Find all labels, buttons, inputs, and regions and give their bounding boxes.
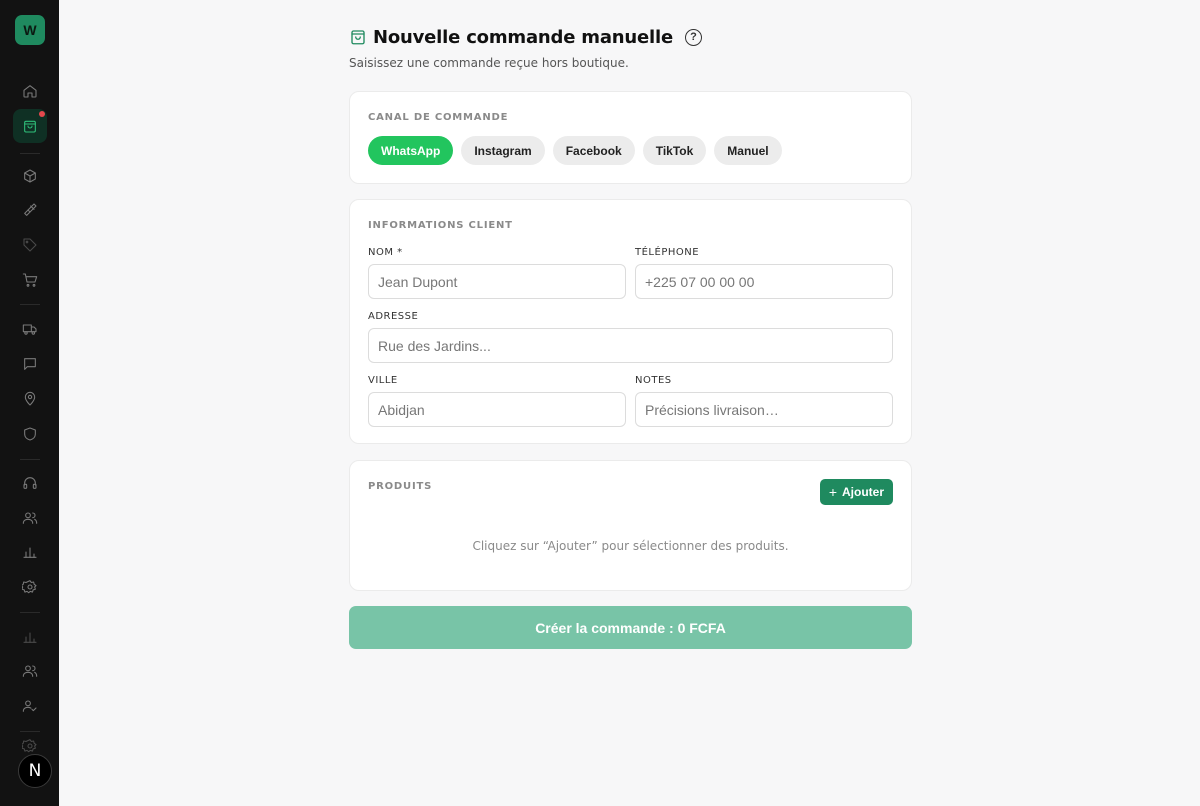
sidebar-divider — [20, 731, 40, 732]
name-field[interactable] — [368, 264, 626, 299]
channel-options: WhatsApp Instagram Facebook TikTok Manue… — [368, 136, 782, 165]
users-icon[interactable] — [17, 658, 43, 684]
sidebar-divider — [20, 612, 40, 613]
settings-icon[interactable] — [17, 574, 43, 600]
message-icon[interactable] — [17, 351, 43, 377]
address-label: ADRESSE — [368, 311, 419, 322]
city-label: VILLE — [368, 375, 398, 386]
plus-icon: + — [828, 484, 837, 500]
name-label: NOM * — [368, 247, 403, 258]
bar-chart-icon[interactable] — [17, 624, 43, 650]
box-icon[interactable] — [17, 163, 43, 189]
tag-icon[interactable] — [17, 232, 43, 258]
channel-whatsapp[interactable]: WhatsApp — [368, 136, 454, 165]
empty-products-hint: Cliquez sur “Ajouter” pour sélectionner … — [472, 539, 789, 553]
channel-tiktok[interactable]: TikTok — [642, 136, 707, 165]
shopping-bag-icon — [349, 28, 367, 46]
add-product-label: Ajouter — [842, 485, 884, 499]
section-label: PRODUITS — [368, 481, 433, 492]
user-avatar[interactable]: N — [18, 754, 52, 788]
city-field[interactable] — [368, 392, 626, 427]
address-field[interactable] — [368, 328, 893, 363]
phone-field[interactable] — [635, 264, 893, 299]
truck-icon[interactable] — [17, 316, 43, 342]
channel-instagram[interactable]: Instagram — [461, 136, 545, 165]
channel-facebook[interactable]: Facebook — [552, 136, 635, 165]
page-title: Nouvelle commande manuelle — [373, 26, 673, 48]
page-subtitle: Saisissez une commande reçue hors boutiq… — [349, 56, 629, 70]
notification-dot — [39, 111, 45, 117]
notes-label: NOTES — [635, 375, 672, 386]
app-logo[interactable]: W — [15, 15, 45, 45]
add-product-button[interactable]: + Ajouter — [819, 479, 893, 505]
phone-label: TÉLÉPHONE — [635, 247, 700, 258]
shield-icon[interactable] — [17, 421, 43, 447]
brush-icon[interactable] — [17, 197, 43, 223]
map-pin-icon[interactable] — [17, 386, 43, 412]
shopping-bag-icon[interactable] — [13, 109, 47, 143]
cart-icon[interactable] — [17, 267, 43, 293]
section-label: INFORMATIONS CLIENT — [368, 220, 513, 231]
notes-field[interactable] — [635, 392, 893, 427]
channel-manuel[interactable]: Manuel — [714, 136, 782, 165]
sidebar-divider — [20, 304, 40, 305]
help-icon[interactable]: ? — [684, 28, 702, 46]
user-check-icon[interactable] — [17, 693, 43, 719]
sidebar-divider — [20, 459, 40, 460]
sidebar: W N — [0, 0, 59, 806]
section-label: CANAL DE COMMANDE — [368, 112, 509, 123]
client-card: INFORMATIONS CLIENT NOM * TÉLÉPHONE ADRE… — [349, 199, 912, 444]
users-icon[interactable] — [17, 505, 43, 531]
page-header: Nouvelle commande manuelle ? — [349, 25, 702, 49]
bar-chart-icon[interactable] — [17, 539, 43, 565]
create-order-button[interactable]: Créer la commande : 0 FCFA — [349, 606, 912, 649]
products-card: PRODUITS + Ajouter Cliquez sur “Ajouter”… — [349, 460, 912, 591]
sidebar-divider — [20, 153, 40, 154]
channel-card: CANAL DE COMMANDE WhatsApp Instagram Fac… — [349, 91, 912, 184]
home-icon[interactable] — [17, 78, 43, 104]
headphones-icon[interactable] — [17, 470, 43, 496]
